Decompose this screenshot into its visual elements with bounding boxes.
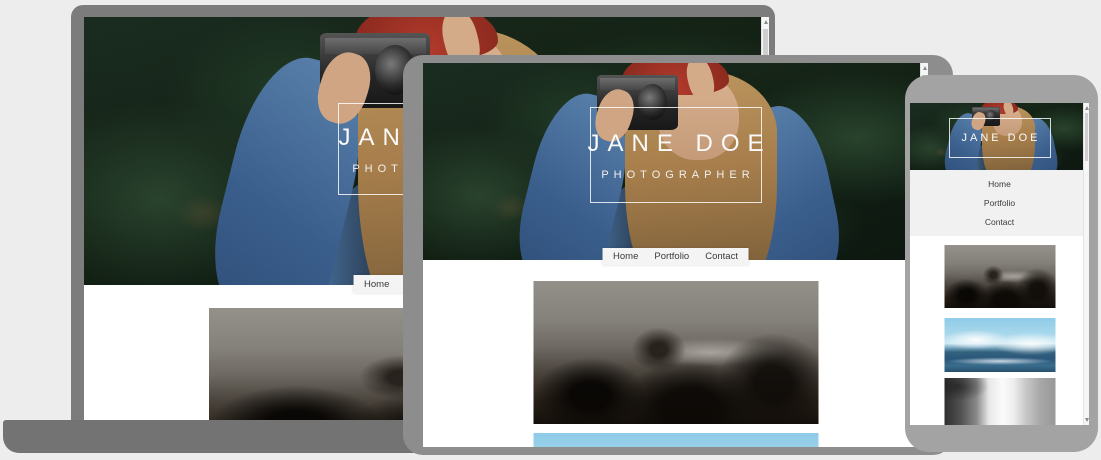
tablet-nav-portfolio[interactable]: Portfolio	[654, 251, 689, 262]
tablet-nav-home[interactable]: Home	[613, 251, 638, 262]
scroll-up-icon[interactable]	[1084, 103, 1089, 113]
phone-device: JANE DOE PHOTOGRAPHER Home Portfolio Con…	[905, 75, 1098, 452]
hero-title-box: JANE DOE PHOTOGRAPHER	[590, 107, 762, 203]
phone-nav-contact[interactable]: Contact	[985, 217, 1014, 227]
scroll-up-icon[interactable]	[921, 63, 928, 73]
scroll-down-icon[interactable]	[1084, 415, 1089, 425]
portfolio-image-seascape	[944, 245, 1055, 308]
tablet-screen: JANE DOE PHOTOGRAPHER Home Portfolio Con…	[423, 63, 928, 447]
phone-scrollbar[interactable]	[1083, 103, 1089, 425]
portfolio-image-ocean	[533, 433, 818, 447]
phone-nav-home[interactable]: Home	[988, 179, 1011, 189]
scroll-up-icon[interactable]	[762, 17, 769, 27]
laptop-nav-home[interactable]: Home	[364, 279, 389, 290]
site-title: JANE DOE	[579, 130, 771, 158]
tablet-device: JANE DOE PHOTOGRAPHER Home Portfolio Con…	[403, 55, 953, 455]
hero-title-box: JANE DOE PHOTOGRAPHER	[949, 118, 1051, 158]
tablet-nav-contact[interactable]: Contact	[705, 251, 738, 262]
phone-nav: Home Portfolio Contact	[910, 170, 1089, 236]
site-title: JANE DOE	[958, 132, 1040, 144]
portfolio-image-waterfall	[944, 378, 1055, 425]
phone-screen: JANE DOE PHOTOGRAPHER Home Portfolio Con…	[910, 103, 1089, 425]
portfolio-image-ocean	[944, 318, 1055, 372]
responsive-design-mockup: JANE DOE PHOTOGRAPHER Home Portfolio Con…	[0, 0, 1101, 460]
site-subtitle: PHOTOGRAPHER	[596, 169, 754, 181]
phone-nav-portfolio[interactable]: Portfolio	[984, 198, 1015, 208]
scrollbar-thumb[interactable]	[1085, 113, 1088, 161]
tablet-nav: Home Portfolio Contact	[602, 248, 749, 265]
portfolio-image-seascape	[533, 281, 818, 424]
